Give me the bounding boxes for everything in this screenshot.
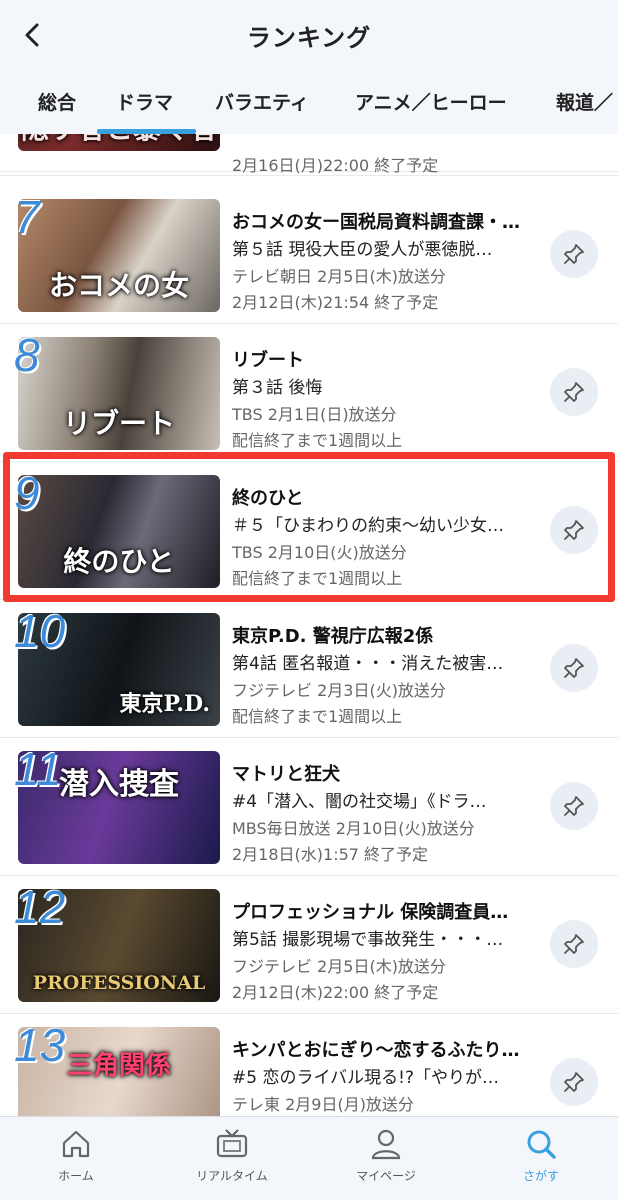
item-subtitle: #5 恋のライバル現る!?「やりが… bbox=[232, 1068, 499, 1088]
thumbnail-title: 隠す者と暴く者 bbox=[18, 134, 220, 147]
person-icon bbox=[371, 1129, 401, 1160]
rank-number: 13 bbox=[14, 1019, 66, 1071]
item-meta-2: 配信終了まで1週間以上 bbox=[232, 707, 403, 726]
pin-icon bbox=[564, 796, 584, 816]
category-tabs: 総合 ドラマ バラエティ アニメ／ヒーロー 報道／ bbox=[0, 72, 618, 134]
list-item[interactable]: 潜入捜査 11 マトリと狂犬 #4「潜入、闇の社交場」《ドラ… MBS毎日放送 … bbox=[0, 738, 618, 876]
pin-button[interactable] bbox=[550, 1058, 598, 1106]
search-icon bbox=[527, 1130, 556, 1159]
item-title: プロフェッショナル 保険調査員… bbox=[232, 902, 509, 923]
nav-realtime[interactable]: リアルタイム bbox=[172, 1127, 292, 1184]
tab-anime-hero[interactable]: アニメ／ヒーロー bbox=[355, 88, 507, 115]
item-meta-1: フジテレビ 2月3日(火)放送分 bbox=[232, 681, 446, 700]
thumbnail: リブート bbox=[18, 337, 220, 450]
pin-icon bbox=[564, 934, 584, 954]
nav-label: マイページ bbox=[356, 1169, 416, 1183]
list-item[interactable]: 隠す者と暴く者 2月16日(月)22:00 終了予定 bbox=[0, 134, 618, 176]
item-meta-2: 2月12日(木)21:54 終了予定 bbox=[232, 293, 439, 312]
bottom-nav: ホーム リアルタイム マイページ さがす bbox=[0, 1116, 618, 1200]
rank-number: 12 bbox=[14, 881, 66, 933]
thumbnail-title: リブート bbox=[62, 407, 175, 440]
item-meta-1: MBS毎日放送 2月10日(火)放送分 bbox=[232, 819, 475, 838]
item-subtitle: #4「潜入、闇の社交場」《ドラ… bbox=[232, 792, 487, 812]
thumbnail-title: 東京P.D. bbox=[119, 691, 210, 717]
thumbnail-title: PROFESSIONAL bbox=[32, 972, 206, 994]
pin-button[interactable] bbox=[550, 368, 598, 416]
item-meta-2: 2月12日(木)22:00 終了予定 bbox=[232, 983, 439, 1002]
thumbnail-title: おコメの女 bbox=[48, 269, 189, 302]
pin-icon bbox=[564, 382, 584, 402]
list-item[interactable]: PROFESSIONAL 12 プロフェッショナル 保険調査員… 第5話 撮影現… bbox=[0, 876, 618, 1014]
tab-drama[interactable]: ドラマ bbox=[116, 88, 173, 115]
item-subtitle: 第５話 現役大臣の愛人が悪徳脱… bbox=[232, 240, 493, 260]
pin-icon bbox=[564, 244, 584, 264]
item-title: おコメの女ー国税局資料調査課・… bbox=[232, 212, 520, 233]
rank-number: 11 bbox=[14, 743, 62, 795]
nav-mypage[interactable]: マイページ bbox=[326, 1127, 446, 1184]
tv-icon bbox=[216, 1129, 248, 1158]
pin-icon bbox=[564, 1072, 584, 1092]
rank-number: 8 bbox=[14, 329, 40, 381]
nav-search[interactable]: さがす bbox=[481, 1127, 601, 1184]
nav-label: ホーム bbox=[58, 1169, 94, 1183]
item-subtitle: 第5話 撮影現場で事故発生・・・… bbox=[232, 930, 504, 950]
item-title: キンパとおにぎり〜恋するふたり… bbox=[232, 1040, 520, 1061]
nav-label: リアルタイム bbox=[196, 1169, 268, 1183]
thumbnail: おコメの女 bbox=[18, 199, 220, 312]
ranking-list[interactable]: 隠す者と暴く者 2月16日(月)22:00 終了予定 おコメの女 7 おコメの女… bbox=[0, 134, 618, 1116]
item-subtitle: 第4話 匿名報道・・・消えた被害… bbox=[232, 654, 504, 674]
item-meta-1: テレ東 2月9日(月)放送分 bbox=[232, 1095, 414, 1114]
item-meta-2: 配信終了まで1週間以上 bbox=[232, 431, 403, 450]
list-item[interactable]: おコメの女 7 おコメの女ー国税局資料調査課・… 第５話 現役大臣の愛人が悪徳脱… bbox=[0, 186, 618, 324]
item-meta-1: テレビ朝日 2月5日(木)放送分 bbox=[232, 267, 446, 286]
list-item[interactable]: 三角関係 13 キンパとおにぎり〜恋するふたり… #5 恋のライバル現る!?「や… bbox=[0, 1014, 618, 1116]
item-meta-2: 2月18日(水)1:57 終了予定 bbox=[232, 845, 429, 864]
thumbnail: 隠す者と暴く者 bbox=[18, 134, 220, 151]
rank-number: 10 bbox=[14, 605, 66, 657]
page-title: ランキング bbox=[246, 24, 372, 52]
header: ランキング bbox=[0, 0, 618, 72]
item-subtitle: 第３話 後悔 bbox=[232, 378, 323, 398]
rank-number: 7 bbox=[14, 191, 40, 243]
list-item[interactable]: リブート 8 リブート 第３話 後悔 TBS 2月1日(日)放送分 配信終了まで… bbox=[0, 324, 618, 462]
pin-button[interactable] bbox=[550, 782, 598, 830]
pin-button[interactable] bbox=[550, 230, 598, 278]
item-meta-1: TBS 2月1日(日)放送分 bbox=[232, 405, 397, 424]
nav-label: さがす bbox=[522, 1169, 559, 1183]
list-item[interactable]: 東京P.D. 10 東京P.D. 警視庁広報2係 第4話 匿名報道・・・消えた被… bbox=[0, 600, 618, 738]
pin-button[interactable] bbox=[550, 920, 598, 968]
tab-news[interactable]: 報道／ bbox=[556, 88, 613, 115]
pin-button[interactable] bbox=[550, 644, 598, 692]
item-meta-1: フジテレビ 2月5日(木)放送分 bbox=[232, 957, 446, 976]
home-icon bbox=[62, 1130, 90, 1158]
item-title: マトリと狂犬 bbox=[232, 764, 340, 785]
tab-overall[interactable]: 総合 bbox=[38, 88, 76, 115]
item-title: 東京P.D. 警視庁広報2係 bbox=[232, 626, 434, 647]
pin-icon bbox=[564, 658, 584, 678]
tab-variety[interactable]: バラエティ bbox=[215, 88, 309, 115]
item-title: リブート bbox=[232, 350, 304, 371]
nav-home[interactable]: ホーム bbox=[16, 1127, 136, 1184]
item-meta-2: 2月16日(月)22:00 終了予定 bbox=[232, 156, 439, 175]
highlight-box bbox=[3, 452, 615, 602]
